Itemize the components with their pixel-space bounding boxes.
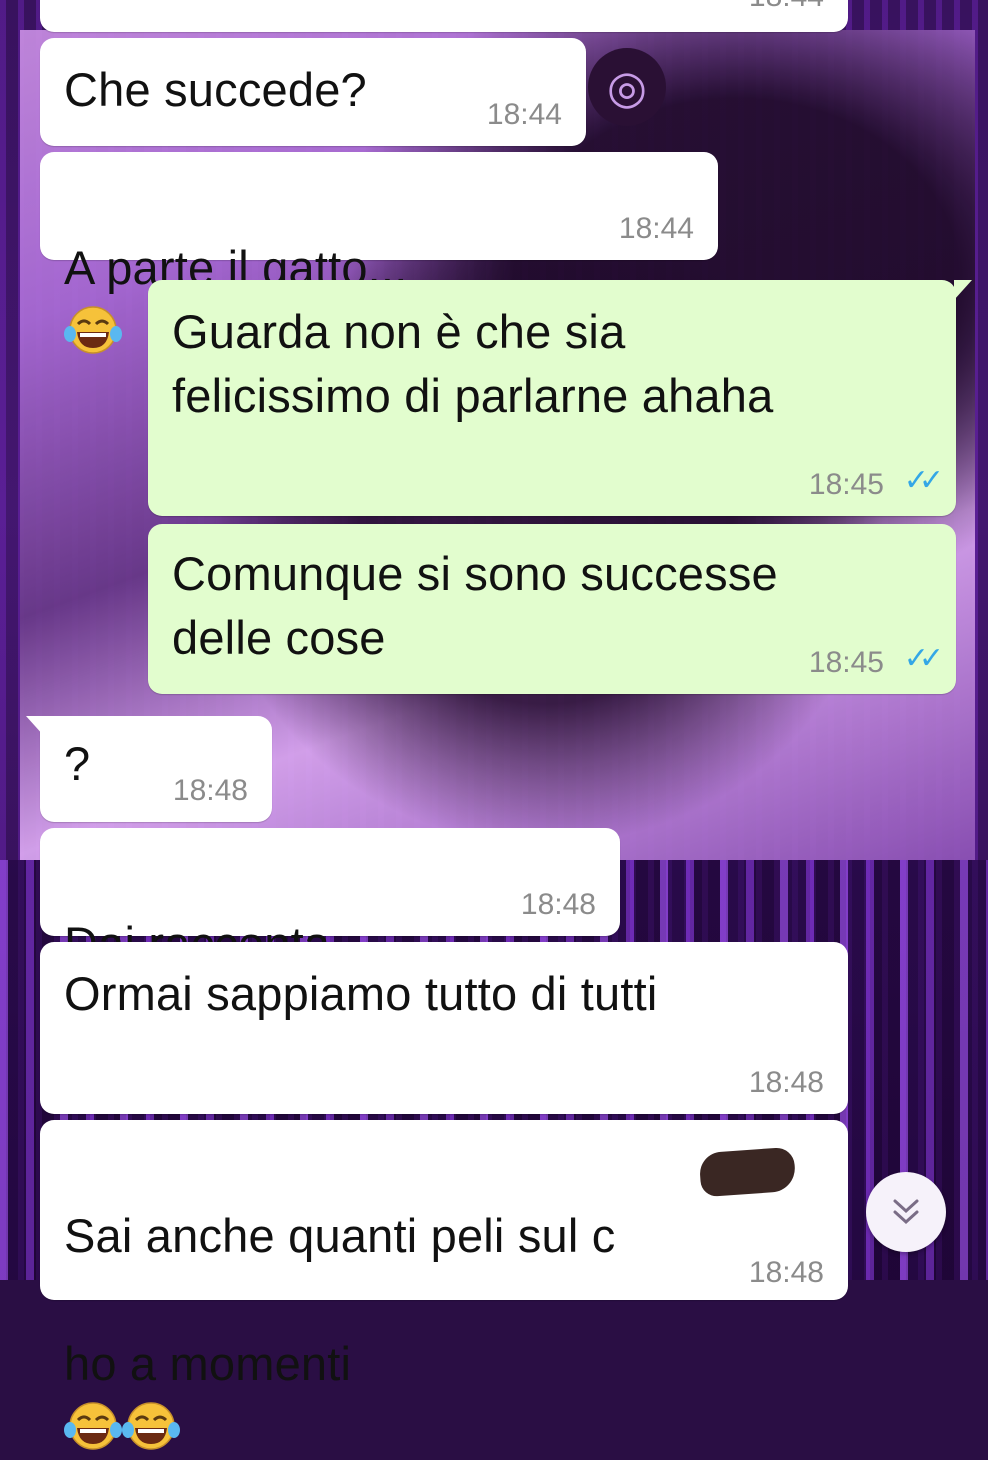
message-text: ? <box>64 737 91 790</box>
message-time: 18:48 <box>748 1066 824 1099</box>
laughing-emoji-icon <box>64 1402 122 1450</box>
message-text-line1: Sai anche quanti peli sul c <box>64 1209 616 1262</box>
message-incoming[interactable]: A parte il gatto... 18:44 <box>40 152 718 354</box>
message-time: 18:48 <box>172 774 248 807</box>
message-time: 18:44 <box>749 0 824 14</box>
message-incoming[interactable]: Ormai sappiamo tutto di tutti 18:48 <box>40 942 848 1114</box>
message-incoming[interactable]: Sai anche quanti peli sul c ho a momenti <box>40 1120 848 1450</box>
message-time: 18:48 <box>520 888 596 921</box>
message-text: Che succede? <box>64 63 367 116</box>
message-text-line2: ho a momenti <box>64 1337 352 1390</box>
read-receipt-icon: ✓✓ <box>903 642 944 675</box>
message-time: 18:44 <box>486 98 562 131</box>
laughing-emoji-icon <box>64 306 122 354</box>
message-time: 18:45 <box>808 646 884 679</box>
bubble-tail <box>954 280 972 300</box>
message-incoming[interactable]: ? 18:48 <box>26 716 272 822</box>
message-text: Guarda non è che sia felicissimo di parl… <box>172 305 774 422</box>
message-list[interactable]: 18:44 Che succede? 18:44 A parte il gatt… <box>0 0 988 1450</box>
scroll-to-bottom-button[interactable] <box>866 1172 946 1252</box>
message-outgoing[interactable]: Guarda non è che sia felicissimo di parl… <box>148 280 972 516</box>
redaction-scribble <box>698 1146 797 1198</box>
bubble-tail <box>26 716 44 736</box>
message-time: 18:45 <box>808 468 884 501</box>
message-text: Comunque si sono successe delle cose <box>172 547 778 664</box>
message-incoming[interactable]: Dai racconta 18:48 <box>40 828 620 1030</box>
message-time: 18:44 <box>618 212 694 245</box>
message-incoming[interactable]: Che succede? 18:44 <box>40 38 586 146</box>
laughing-emoji-icon <box>122 1402 180 1450</box>
message-incoming[interactable]: 18:44 <box>40 0 848 32</box>
message-outgoing[interactable]: Comunque si sono successe delle cose 18:… <box>148 524 956 694</box>
message-text: Sai anche quanti peli sul c ho a momenti <box>64 1140 615 1460</box>
chevron-double-down-icon <box>893 1199 919 1225</box>
message-time: 18:48 <box>748 1256 824 1289</box>
read-receipt-icon: ✓✓ <box>903 464 944 497</box>
message-text: Ormai sappiamo tutto di tutti <box>64 967 658 1020</box>
